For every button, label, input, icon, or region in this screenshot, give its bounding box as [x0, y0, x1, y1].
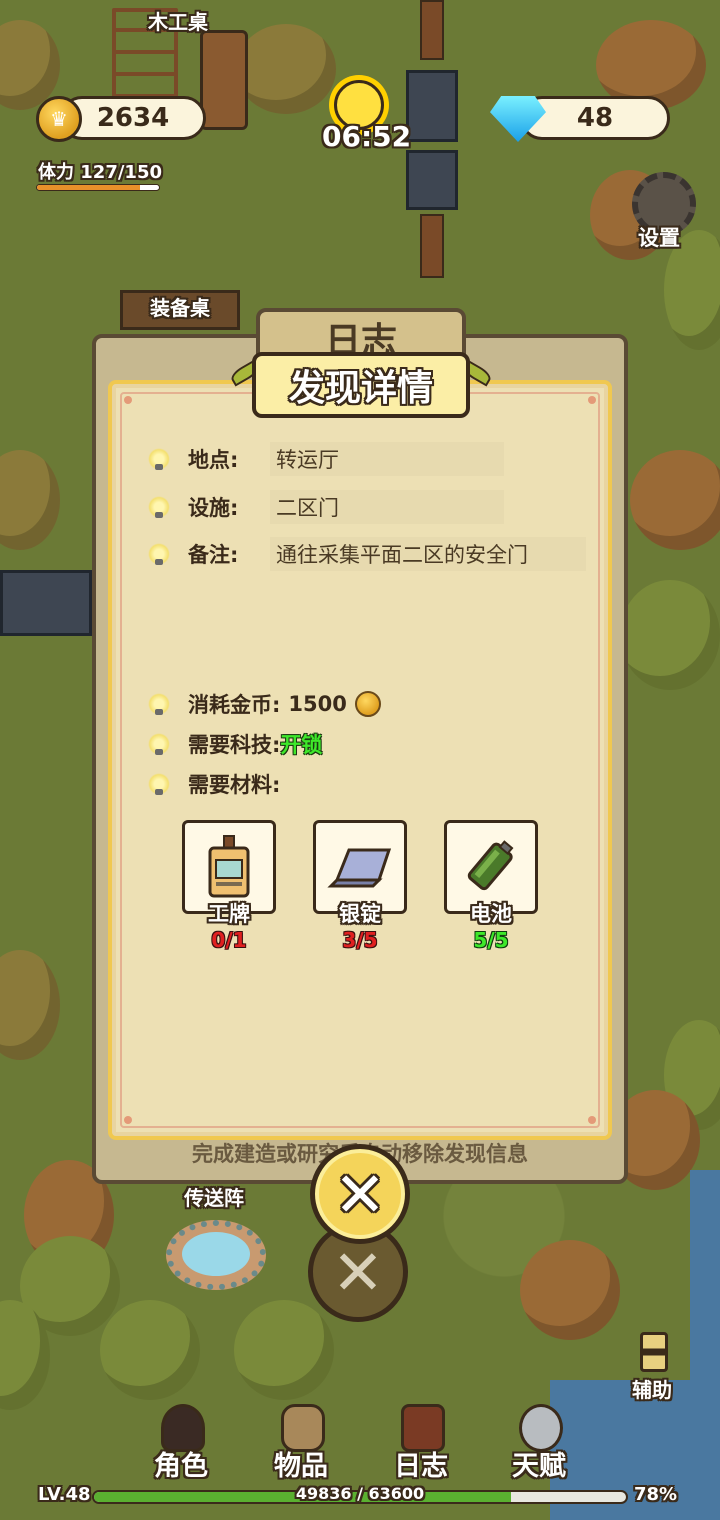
nav-item-journal[interactable]: 日志	[376, 1400, 466, 1482]
wall-tower	[420, 0, 444, 60]
nav-label: 日志	[394, 1451, 448, 1482]
tech-label: 需要科技:	[188, 733, 281, 757]
nav-item-talent[interactable]: 天赋	[494, 1400, 584, 1482]
nav-label: 物品	[274, 1451, 328, 1482]
gem-count: 48	[576, 103, 614, 133]
tree	[236, 24, 336, 114]
material-name: 银锭	[339, 902, 381, 926]
silver-ingot-icon	[327, 848, 392, 888]
id-badge-icon	[208, 835, 250, 898]
tree	[234, 1300, 334, 1400]
info-label: 地点:	[188, 448, 239, 472]
material-name: 工牌	[208, 902, 250, 926]
dialog-title: 发现详情	[252, 352, 470, 418]
lightbulb-icon	[148, 496, 170, 518]
wall-segment	[406, 150, 458, 210]
tree	[100, 1300, 200, 1400]
close-button[interactable]: ✕	[310, 1144, 410, 1244]
close-glyph: ✕	[332, 1235, 384, 1309]
lightbulb-icon	[148, 543, 170, 565]
cost-value: 1500	[288, 692, 347, 716]
material-count: 3/5	[342, 928, 378, 952]
lightbulb-icon	[148, 448, 170, 470]
info-row-location: 地点: 转运厅	[148, 441, 504, 477]
nav-label: 天赋	[512, 1451, 566, 1482]
crown-coin-icon	[354, 691, 381, 717]
material-count: 5/5	[473, 928, 509, 952]
corner-ornament	[124, 396, 132, 404]
material-count: 0/1	[211, 928, 247, 952]
tech-value: 开锁	[280, 733, 323, 757]
info-value: 通往采集平面二区的安全门	[270, 537, 586, 571]
corner-ornament	[124, 1116, 132, 1124]
info-label: 备注:	[188, 543, 239, 567]
corner-ornament	[588, 396, 596, 404]
battery-icon	[467, 840, 514, 891]
equipment-table-label: 装备桌	[150, 296, 210, 320]
tree	[0, 450, 60, 550]
tree	[520, 1240, 620, 1340]
stamina-bar	[36, 184, 160, 191]
hourglass-icon[interactable]	[640, 1332, 668, 1372]
required-tech-row: 需要科技: 开锁	[148, 727, 322, 761]
cost-coins-row: 消耗金币: 1500	[148, 687, 381, 721]
coin-count: 2634	[96, 103, 170, 133]
info-label: 设施:	[188, 496, 239, 520]
lightbulb-icon	[148, 693, 170, 715]
lightbulb-icon	[148, 733, 170, 755]
corner-ornament	[588, 1116, 596, 1124]
stamina-label: 体力 127/150	[38, 162, 162, 183]
tree	[0, 950, 60, 1060]
info-row-note: 备注: 通往采集平面二区的安全门	[148, 536, 586, 572]
assist-label[interactable]: 辅助	[632, 1374, 672, 1403]
crown-coin-icon: ♛	[36, 96, 82, 142]
wall-tower	[420, 214, 444, 278]
lightbulb-icon	[148, 773, 170, 795]
teleport-portal-center	[182, 1232, 250, 1276]
materials-label: 需要材料:	[188, 773, 281, 797]
wall-segment	[406, 70, 458, 142]
teleport-array-label: 传送阵	[184, 1186, 244, 1210]
level-label: LV.48	[38, 1484, 91, 1505]
close-icon: ✕	[334, 1157, 386, 1231]
info-row-facility: 设施: 二区门	[148, 489, 504, 525]
tree	[620, 580, 720, 690]
info-value: 二区门	[270, 490, 504, 524]
nav-item-character[interactable]: 角色	[136, 1400, 226, 1482]
nav-label: 角色	[154, 1451, 208, 1482]
required-materials-row: 需要材料:	[148, 767, 280, 801]
stamina-bar-fill	[37, 185, 141, 190]
info-value: 转运厅	[270, 442, 504, 476]
nav-item-items[interactable]: 物品	[256, 1400, 346, 1482]
tree	[630, 450, 720, 550]
gem-counter: 48	[520, 96, 670, 140]
cost-label: 消耗金币:	[188, 693, 281, 717]
xp-percent: 78%	[634, 1484, 678, 1505]
wall-segment	[0, 570, 92, 636]
settings-button-label[interactable]: 设置	[638, 222, 680, 252]
game-clock: 06:52	[322, 120, 412, 153]
log-pile	[200, 30, 248, 130]
xp-text: 49836 / 63600	[295, 1484, 425, 1503]
material-name: 电池	[470, 902, 512, 926]
carpentry-table-label: 木工桌	[148, 10, 208, 34]
